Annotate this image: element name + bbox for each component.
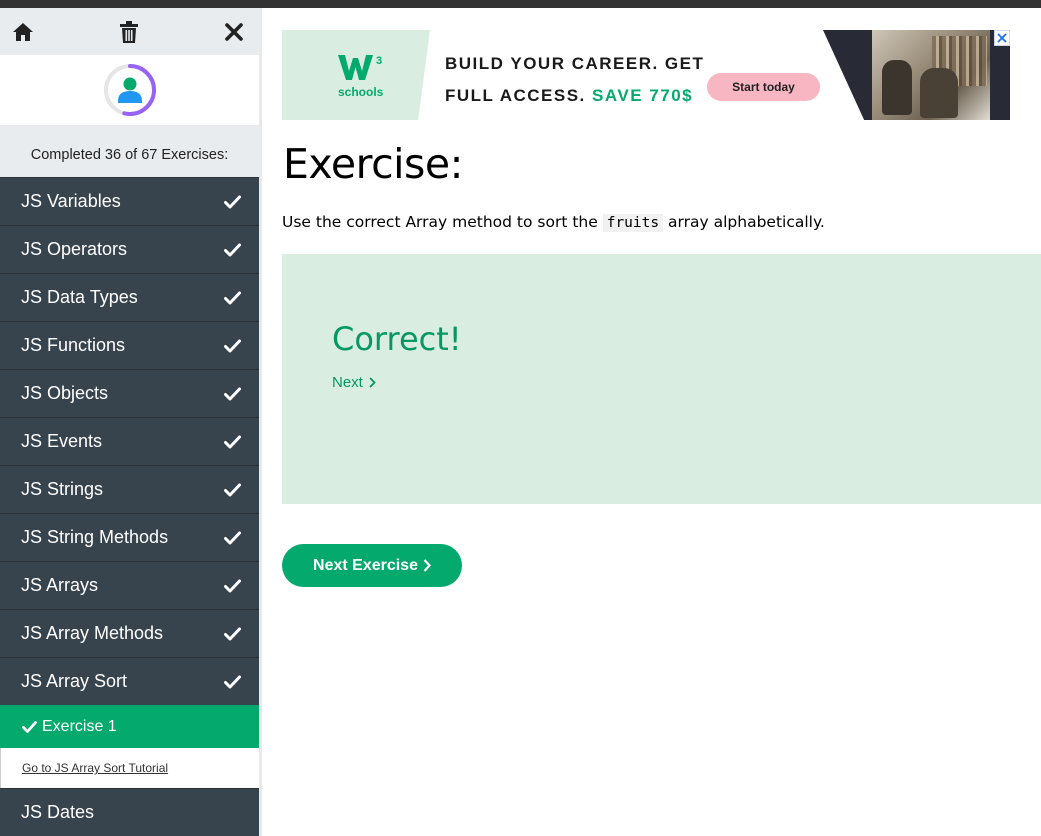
svg-text:3: 3 (376, 55, 382, 67)
ad-start-today-button[interactable]: Start today (707, 73, 820, 101)
sidebar-item[interactable]: JS Dates (0, 788, 259, 836)
ad-photo-person (920, 68, 958, 118)
sidebar-item-label: JS Objects (21, 383, 109, 403)
sidebar-item[interactable]: JS Arrays (0, 561, 259, 609)
sub-exercise-item[interactable]: Exercise 1 (0, 705, 259, 748)
result-panel: Correct! Next (282, 254, 1041, 504)
code-snippet: fruits (602, 214, 664, 232)
ad-save-text: SAVE 770$ (592, 86, 694, 105)
progress-ring (103, 64, 156, 116)
checkmark-icon (223, 529, 241, 547)
sub-exercise-label: Exercise 1 (42, 717, 117, 735)
checkmark-icon (223, 289, 241, 307)
sidebar-item[interactable]: JS Objects (0, 369, 259, 417)
ad-photo (872, 30, 990, 120)
sidebar-item[interactable]: JS Functions (0, 321, 259, 369)
sidebar-item-label: JS Strings (21, 479, 104, 499)
sidebar-item-label: JS Events (21, 431, 103, 451)
checkmark-icon (223, 673, 241, 691)
browser-top-strip (0, 0, 1041, 8)
tutorial-link-row: Go to JS Array Sort Tutorial (0, 748, 259, 788)
checkmark-icon (223, 241, 241, 259)
instruction-text: array alphabetically. (668, 213, 825, 231)
page-title: Exercise: (283, 140, 463, 188)
chevron-right-icon (369, 377, 376, 388)
correct-message: Correct! (332, 320, 462, 358)
checkmark-icon (223, 577, 241, 595)
avatar (0, 55, 259, 125)
sidebar-item-label: JS Array Sort (21, 671, 128, 691)
topic-menu: JS Variables JS Operators JS Data Types JS … (0, 177, 259, 836)
checkmark-icon (223, 193, 241, 211)
next-exercise-label: Next Exercise (313, 556, 418, 574)
next-exercise-button[interactable]: Next Exercise (282, 544, 462, 587)
close-icon[interactable] (221, 19, 247, 45)
sidebar-toolbar (0, 8, 259, 55)
checkmark-icon (223, 625, 241, 643)
instruction-text: Use the correct Array method to sort the (282, 213, 598, 231)
sidebar-item[interactable]: JS String Methods (0, 513, 259, 561)
ad-close-icon[interactable] (994, 30, 1010, 46)
sidebar-item-label: JS Array Methods (21, 623, 164, 643)
sidebar-item[interactable]: JS Array Sort (0, 657, 259, 705)
checkmark-icon (22, 720, 37, 733)
sidebar-item-label: JS Functions (21, 335, 126, 355)
ad-line-1: BUILD YOUR CAREER. GET (445, 54, 705, 73)
sidebar-item-label: JS Variables (21, 191, 121, 211)
checkmark-icon (223, 385, 241, 403)
w3schools-logo: 3 schools (282, 30, 430, 120)
sidebar-item[interactable]: JS Array Methods (0, 609, 259, 657)
w3-logo-icon: 3 (338, 52, 386, 87)
w3schools-sub: schools (338, 85, 384, 99)
checkmark-icon (223, 337, 241, 355)
ad-photo-person (882, 60, 912, 115)
advertisement-banner[interactable]: 3 schools BUILD YOUR CAREER. GET FULL AC… (282, 30, 1010, 120)
sidebar-item-label: JS Data Types (21, 287, 138, 307)
sidebar-item[interactable]: JS Events (0, 417, 259, 465)
sidebar-item-label: JS Arrays (21, 575, 99, 595)
ad-line-2: FULL ACCESS. SAVE 770$ (445, 80, 704, 112)
checkmark-icon (223, 481, 241, 499)
trash-icon[interactable] (116, 19, 142, 45)
next-link-label: Next (332, 374, 363, 391)
home-icon[interactable] (10, 19, 36, 45)
next-link[interactable]: Next (332, 374, 376, 391)
chevron-right-icon (423, 559, 431, 572)
tutorial-link[interactable]: Go to JS Array Sort Tutorial (22, 761, 168, 775)
progress-text: Completed 36 of 67 Exercises: (0, 125, 259, 177)
sidebar-item[interactable]: JS Operators (0, 225, 259, 273)
exercise-sidebar: Completed 36 of 67 Exercises: JS Variabl… (0, 8, 262, 836)
exercise-instruction: Use the correct Array method to sort the… (282, 213, 825, 232)
sidebar-item-label: JS String Methods (21, 527, 169, 547)
sidebar-item-label: JS Dates (21, 802, 95, 822)
sidebar-item[interactable]: JS Data Types (0, 273, 259, 321)
ad-line-2-text: FULL ACCESS. (445, 86, 586, 105)
sidebar-item-label: JS Operators (21, 239, 128, 259)
sidebar-item[interactable]: JS Variables (0, 177, 259, 225)
checkmark-icon (223, 433, 241, 451)
sidebar-item[interactable]: JS Strings (0, 465, 259, 513)
ad-headline: BUILD YOUR CAREER. GET FULL ACCESS. SAVE… (445, 48, 704, 112)
